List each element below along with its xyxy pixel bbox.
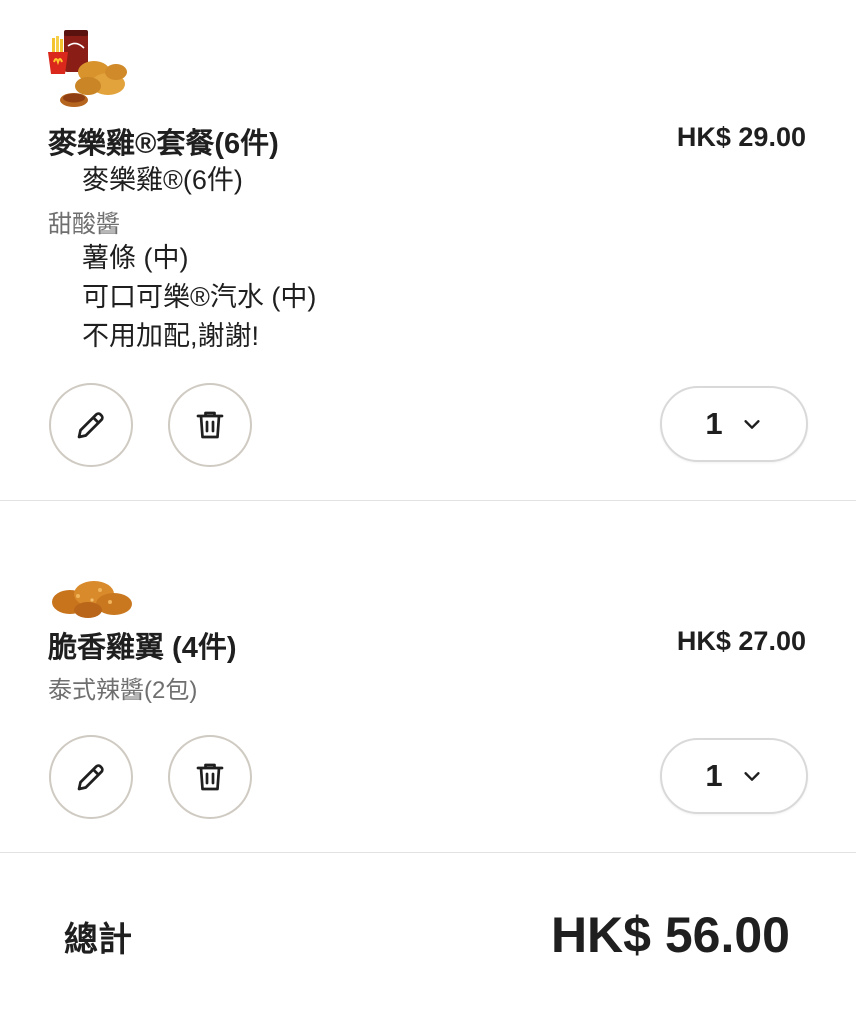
chevron-down-icon bbox=[744, 420, 760, 429]
delete-button[interactable] bbox=[168, 383, 252, 467]
total-label: 總計 bbox=[64, 921, 132, 959]
item-option-sauce: 泰式辣醬(2包) bbox=[48, 677, 198, 704]
pencil-icon bbox=[77, 412, 104, 439]
chicken-wings-image bbox=[52, 581, 132, 618]
item-title: 脆香雞翼 (4件) bbox=[48, 632, 237, 664]
item-option: 不用加配,謝謝! bbox=[82, 321, 260, 351]
item-price: HK$ 27.00 bbox=[676, 626, 806, 656]
item-title: 麥樂雞®套餐(6件) bbox=[48, 128, 279, 160]
quantity-dropdown[interactable]: 1 bbox=[660, 386, 808, 462]
quantity-value: 1 bbox=[705, 758, 723, 793]
delete-button[interactable] bbox=[168, 735, 252, 819]
quantity-dropdown[interactable]: 1 bbox=[660, 738, 808, 814]
quantity-value: 1 bbox=[705, 406, 723, 441]
edit-button[interactable] bbox=[49, 735, 133, 819]
edit-button[interactable] bbox=[49, 383, 133, 467]
item-option: 麥樂雞®(6件) bbox=[82, 165, 243, 195]
divider bbox=[0, 500, 856, 501]
item-option: 薯條 (中) bbox=[82, 243, 189, 273]
total-value: HK$ 56.00 bbox=[550, 907, 790, 963]
pencil-icon bbox=[77, 764, 104, 791]
divider bbox=[0, 852, 856, 853]
item-option-sauce: 甜酸醬 bbox=[48, 211, 120, 238]
trash-icon bbox=[196, 763, 224, 791]
item-option: 可口可樂®汽水 (中) bbox=[82, 282, 317, 312]
mcnuggets-meal-image bbox=[48, 30, 127, 107]
item-price: HK$ 29.00 bbox=[676, 122, 806, 152]
trash-icon bbox=[196, 411, 224, 439]
chevron-down-icon bbox=[744, 772, 760, 781]
